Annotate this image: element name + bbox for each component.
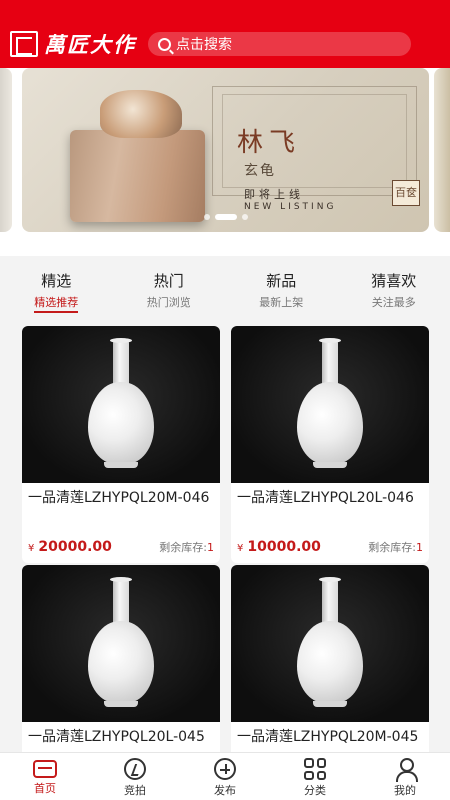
stock-label: 剩余库存:	[368, 541, 416, 554]
search-icon	[158, 37, 171, 51]
price-value: 20000.00	[38, 539, 112, 555]
me-icon	[394, 758, 418, 782]
product-footer: ¥20000.00 剩余库存:1	[22, 535, 220, 563]
nav-category[interactable]: 分类	[270, 753, 360, 800]
banner-carousel: 林飞 玄龟 即将上线 NEW LISTING 百奁	[0, 68, 450, 256]
banner-slide[interactable]: 林飞 玄龟 即将上线 NEW LISTING 百奁	[22, 68, 429, 232]
currency-symbol: ¥	[237, 543, 244, 554]
bottom-nav: 首页 竞拍 发布 分类 我的	[0, 752, 450, 800]
stock-value: 1	[416, 541, 423, 554]
banner-prev-slide[interactable]	[0, 68, 12, 232]
product-image	[231, 326, 429, 483]
carousel-dot[interactable]	[241, 214, 248, 220]
nav-publish[interactable]: 发布	[180, 753, 270, 800]
nav-auction[interactable]: 竞拍	[90, 753, 180, 800]
banner-title: 林飞	[237, 128, 302, 158]
tab-subtitle: 关注最多	[371, 296, 416, 309]
price-value: 10000.00	[247, 539, 321, 555]
banner-stamp: 百奁	[392, 180, 420, 206]
search-placeholder: 点击搜索	[176, 37, 232, 53]
vase-image	[297, 577, 363, 707]
tab-subtitle: 精选推荐	[34, 294, 79, 313]
product-price: ¥20000.00	[28, 539, 112, 555]
stock-label: 剩余库存:	[159, 541, 207, 554]
nav-label: 竞拍	[124, 784, 146, 797]
tab-title: 猜喜欢	[371, 272, 417, 290]
product-name: 一品清莲LZHYPQL20M-045	[237, 729, 419, 745]
product-name: 一品清莲LZHYPQL20L-045	[28, 729, 205, 745]
logo-text: 萬匠大作	[44, 32, 136, 57]
banner-coming-soon: 即将上线	[244, 188, 304, 201]
home-icon	[33, 760, 57, 778]
category-icon	[304, 758, 326, 780]
vase-image	[88, 577, 154, 707]
product-stock: 剩余库存:1	[159, 539, 214, 555]
auction-icon	[124, 758, 146, 780]
nav-label: 首页	[34, 782, 56, 795]
product-name: 一品清莲LZHYPQL20M-046	[28, 490, 210, 506]
product-price: ¥10000.00	[237, 539, 321, 555]
category-tabs: 精选 精选推荐 热门 热门浏览 新品 最新上架 猜喜欢 关注最多	[0, 256, 450, 313]
seal-stone-image	[70, 130, 205, 222]
nav-label: 分类	[304, 784, 326, 797]
product-footer: ¥10000.00 剩余库存:1	[231, 535, 429, 563]
banner-subtitle: 玄龟	[244, 163, 276, 179]
vase-image	[88, 338, 154, 468]
publish-icon	[214, 758, 236, 780]
carousel-dots	[22, 214, 429, 220]
product-card[interactable]: 一品清莲LZHYPQL20L-046 ¥10000.00 剩余库存:1	[231, 326, 429, 563]
brand-logo[interactable]: 萬匠大作	[10, 30, 136, 58]
seal-carving-image	[100, 90, 182, 138]
tab-subtitle: 最新上架	[259, 296, 304, 309]
product-card[interactable]: 一品清莲LZHYPQL20L-045	[22, 565, 220, 756]
stock-value: 1	[207, 541, 214, 554]
carousel-dot-active[interactable]	[214, 214, 237, 220]
product-image	[22, 326, 220, 483]
tab-subtitle: 热门浏览	[146, 296, 191, 309]
carousel-dot[interactable]	[203, 214, 210, 220]
banner-next-slide[interactable]	[434, 68, 450, 232]
tab-title: 热门	[153, 272, 184, 290]
product-grid: 一品清莲LZHYPQL20M-046 ¥20000.00 剩余库存:1 一品清莲…	[22, 326, 429, 756]
logo-mark-icon	[10, 31, 38, 57]
product-image	[22, 565, 220, 722]
product-stock: 剩余库存:1	[368, 539, 423, 555]
nav-home[interactable]: 首页	[0, 753, 90, 800]
nav-me[interactable]: 我的	[360, 753, 450, 800]
banner-new-listing: NEW LISTING	[244, 202, 337, 212]
vase-image	[297, 338, 363, 468]
tab-guess-you-like[interactable]: 猜喜欢 关注最多	[338, 256, 450, 312]
app-header: 萬匠大作 点击搜索	[0, 0, 450, 68]
product-card[interactable]: 一品清莲LZHYPQL20M-046 ¥20000.00 剩余库存:1	[22, 326, 220, 563]
currency-symbol: ¥	[28, 543, 35, 554]
tab-popular[interactable]: 热门 热门浏览	[113, 256, 226, 312]
tab-title: 新品	[266, 272, 297, 290]
product-image	[231, 565, 429, 722]
tab-title: 精选	[41, 272, 72, 290]
product-name: 一品清莲LZHYPQL20L-046	[237, 490, 414, 506]
product-card[interactable]: 一品清莲LZHYPQL20M-045	[231, 565, 429, 756]
tab-new[interactable]: 新品 最新上架	[225, 256, 338, 312]
nav-label: 发布	[214, 784, 236, 797]
nav-label: 我的	[394, 784, 416, 797]
search-bar[interactable]: 点击搜索	[148, 32, 411, 56]
tab-featured[interactable]: 精选 精选推荐	[0, 256, 113, 313]
